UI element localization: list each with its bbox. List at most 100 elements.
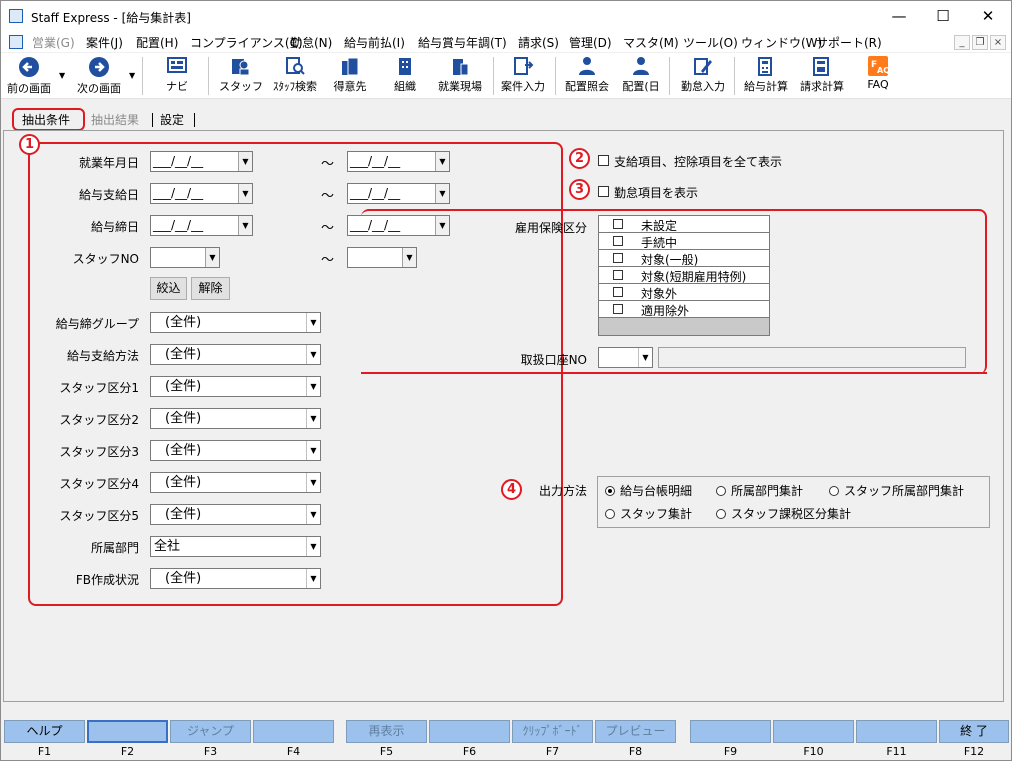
- f9-button[interactable]: [690, 720, 771, 743]
- menu-window[interactable]: ウィンドウ(W): [741, 34, 822, 51]
- forward-button[interactable]: 次の画面: [71, 55, 127, 97]
- f3-button[interactable]: ジャンプ: [170, 720, 251, 743]
- f10-button[interactable]: [773, 720, 854, 743]
- chevron-down-icon[interactable]: ▼: [238, 152, 252, 171]
- chevron-down-icon[interactable]: ▼: [306, 441, 320, 460]
- back-dropdown-icon[interactable]: ▼: [59, 71, 65, 80]
- staff-no-from-input[interactable]: ▼: [150, 247, 220, 268]
- output-radio-staff[interactable]: [605, 509, 615, 519]
- pay-calc-button[interactable]: 給与計算: [741, 55, 791, 97]
- insurance-checkbox[interactable]: [613, 236, 623, 246]
- tab-settings[interactable]: 設定: [160, 111, 184, 128]
- menu-assignment[interactable]: 配置(H): [136, 34, 178, 51]
- list-item[interactable]: 未設定: [599, 216, 769, 233]
- output-radio-ledger[interactable]: [605, 486, 615, 496]
- pay-date-to-input[interactable]: ___/__/__ ▼: [347, 183, 450, 204]
- work-month-from-input[interactable]: ___/__/__ ▼: [150, 151, 253, 172]
- staff-cat3-select[interactable]: (全件) ▼: [150, 440, 321, 461]
- output-option-staff-dept[interactable]: スタッフ所属部門集計: [844, 482, 964, 499]
- output-radio-tax[interactable]: [716, 509, 726, 519]
- narrow-button[interactable]: 絞込: [150, 277, 187, 300]
- f4-button[interactable]: [253, 720, 334, 743]
- close-button[interactable]: ✕: [965, 1, 1011, 32]
- insurance-checkbox[interactable]: [613, 219, 623, 229]
- staff-search-button[interactable]: ｽﾀｯﾌ検索: [267, 55, 323, 97]
- f7-button[interactable]: ｸﾘｯﾌﾟﾎﾞｰﾄﾞ: [512, 720, 593, 743]
- menu-compliance[interactable]: コンプライアンス(C): [190, 34, 303, 51]
- list-item[interactable]: 対象(短期雇用特例): [599, 267, 769, 284]
- site-button[interactable]: 就業現場: [435, 55, 485, 97]
- output-option-dept[interactable]: 所属部門集計: [731, 482, 803, 499]
- menu-attendance[interactable]: 勤怠(N): [290, 34, 332, 51]
- chevron-down-icon[interactable]: ▼: [306, 569, 320, 588]
- pay-date-from-input[interactable]: ___/__/__ ▼: [150, 183, 253, 204]
- list-item[interactable]: 対象(一般): [599, 250, 769, 267]
- menu-payroll[interactable]: 給与賞与年調(T): [418, 34, 507, 51]
- output-radio-dept[interactable]: [716, 486, 726, 496]
- mdi-close-icon[interactable]: ×: [990, 35, 1006, 50]
- chevron-down-icon[interactable]: ▼: [205, 248, 219, 267]
- chevron-down-icon[interactable]: ▼: [306, 345, 320, 364]
- insurance-checkbox[interactable]: [613, 304, 623, 314]
- menu-sales[interactable]: 営業(G): [32, 34, 75, 51]
- f5-button[interactable]: 再表示: [346, 720, 427, 743]
- f12-button[interactable]: 終 了: [939, 720, 1009, 743]
- pay-method-select[interactable]: (全件) ▼: [150, 344, 321, 365]
- menu-cases[interactable]: 案件(J): [86, 34, 123, 51]
- chevron-down-icon[interactable]: ▼: [435, 152, 449, 171]
- menu-advance-pay[interactable]: 給与前払(I): [344, 34, 405, 51]
- menu-admin[interactable]: 管理(D): [569, 34, 612, 51]
- list-item[interactable]: 適用除外: [599, 301, 769, 318]
- bill-calc-button[interactable]: 請求計算: [796, 55, 848, 97]
- chevron-down-icon[interactable]: ▼: [306, 505, 320, 524]
- assign-day-button[interactable]: 配置(日: [617, 55, 665, 97]
- client-button[interactable]: 得意先: [329, 55, 371, 97]
- staff-button[interactable]: スタッフ: [219, 55, 263, 97]
- close-group-select[interactable]: (全件) ▼: [150, 312, 321, 333]
- navi-button[interactable]: ナビ: [159, 55, 195, 97]
- chevron-down-icon[interactable]: ▼: [306, 313, 320, 332]
- document-icon[interactable]: [9, 35, 23, 49]
- fb-status-select[interactable]: (全件) ▼: [150, 568, 321, 589]
- menu-master[interactable]: マスタ(M): [623, 34, 679, 51]
- staff-cat4-select[interactable]: (全件) ▼: [150, 472, 321, 493]
- org-button[interactable]: 組織: [385, 55, 425, 97]
- chevron-down-icon[interactable]: ▼: [435, 184, 449, 203]
- staff-cat5-select[interactable]: (全件) ▼: [150, 504, 321, 525]
- staff-cat2-select[interactable]: (全件) ▼: [150, 408, 321, 429]
- output-option-ledger[interactable]: 給与台帳明細: [620, 482, 692, 499]
- output-option-staff[interactable]: スタッフ集計: [620, 505, 692, 522]
- attendance-input-button[interactable]: 勤怠入力: [677, 55, 729, 97]
- menu-support[interactable]: サポート(R): [816, 34, 882, 51]
- insurance-checkbox[interactable]: [613, 287, 623, 297]
- show-attendance-label[interactable]: 勤怠項目を表示: [614, 184, 698, 201]
- show-attendance-checkbox[interactable]: [598, 186, 609, 197]
- back-button[interactable]: 前の画面: [3, 55, 55, 97]
- case-input-button[interactable]: 案件入力: [497, 55, 549, 97]
- insurance-checkbox[interactable]: [613, 270, 623, 280]
- account-no-select[interactable]: ▼: [598, 347, 653, 368]
- f1-button[interactable]: ヘルプ: [4, 720, 85, 743]
- clear-button[interactable]: 解除: [191, 277, 230, 300]
- chevron-down-icon[interactable]: ▼: [238, 216, 252, 235]
- show-all-items-label[interactable]: 支給項目、控除項目を全て表示: [614, 153, 782, 170]
- output-option-tax[interactable]: スタッフ課税区分集計: [731, 505, 851, 522]
- menu-billing[interactable]: 請求(S): [518, 34, 559, 51]
- chevron-down-icon[interactable]: ▼: [638, 348, 652, 367]
- f11-button[interactable]: [856, 720, 937, 743]
- list-item[interactable]: 対象外: [599, 284, 769, 301]
- tab-results[interactable]: 抽出結果: [91, 111, 139, 128]
- mdi-minimize-icon[interactable]: _: [954, 35, 970, 50]
- staff-cat1-select[interactable]: (全件) ▼: [150, 376, 321, 397]
- dept-select[interactable]: 全社 ▼: [150, 536, 321, 557]
- work-month-to-input[interactable]: ___/__/__ ▼: [347, 151, 450, 172]
- faq-button[interactable]: F AQ FAQ: [861, 55, 895, 97]
- show-all-items-checkbox[interactable]: [598, 155, 609, 166]
- close-date-from-input[interactable]: ___/__/__ ▼: [150, 215, 253, 236]
- list-item[interactable]: 手続中: [599, 233, 769, 250]
- f8-button[interactable]: プレビュー: [595, 720, 676, 743]
- output-radio-staff-dept[interactable]: [829, 486, 839, 496]
- chevron-down-icon[interactable]: ▼: [306, 537, 320, 556]
- minimize-button[interactable]: —: [876, 1, 922, 32]
- assign-view-button[interactable]: 配置照会: [561, 55, 613, 97]
